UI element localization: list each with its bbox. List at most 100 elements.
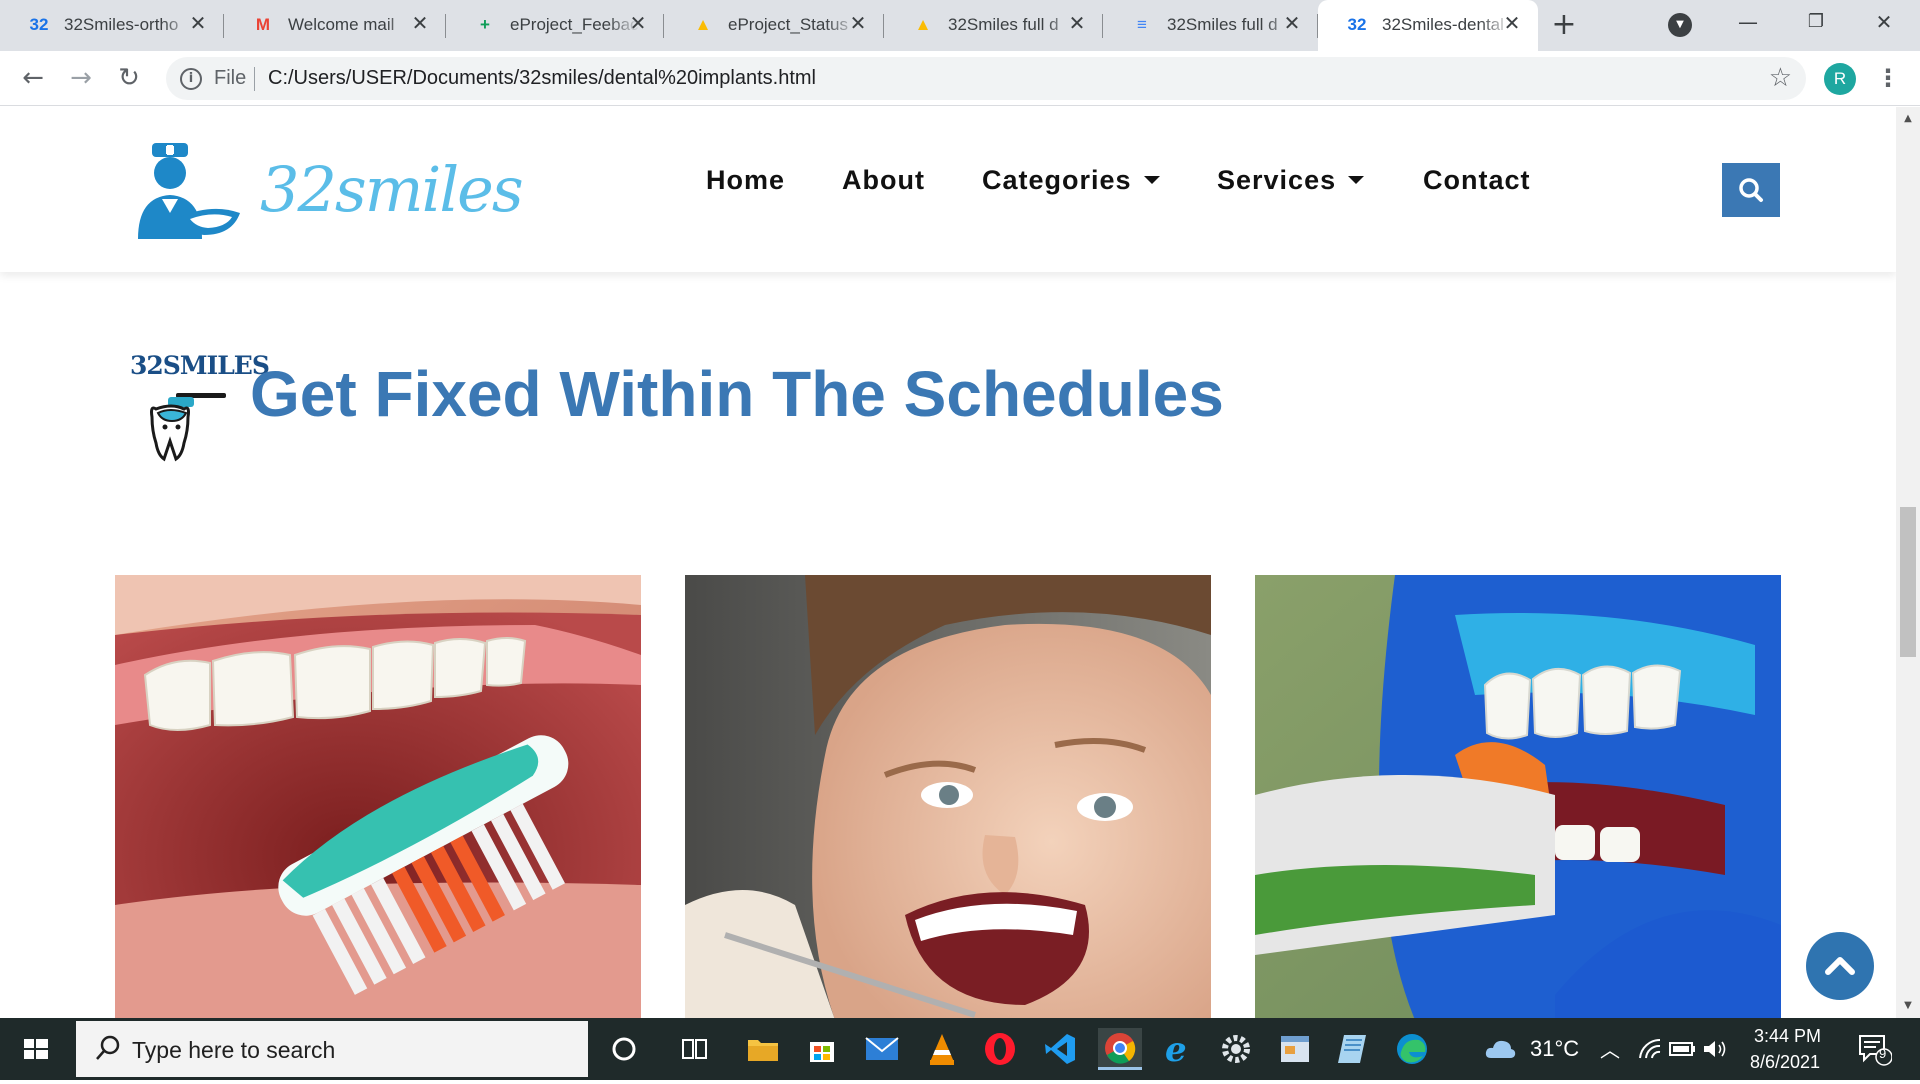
page-viewport: 32smiles Home About Categories Services … bbox=[0, 107, 1896, 1018]
url-text[interactable]: C:/Users/USER/Documents/32smiles/dental%… bbox=[268, 67, 816, 90]
nav-services-label: Services bbox=[1217, 165, 1337, 195]
bookmark-star-icon[interactable]: ☆ bbox=[1769, 63, 1792, 93]
browser-tab[interactable]: ≡ 32Smiles full d ✕ bbox=[1103, 0, 1318, 51]
task-view-icon[interactable] bbox=[674, 1028, 716, 1070]
nav-contact[interactable]: Contact bbox=[1423, 165, 1531, 196]
internet-explorer-icon[interactable]: e bbox=[1157, 1028, 1199, 1070]
tab-title: eProject_Feeback bbox=[510, 15, 640, 34]
tab-title: Welcome mail bbox=[288, 15, 395, 34]
battery-icon[interactable] bbox=[1668, 1028, 1698, 1070]
site-search-button[interactable] bbox=[1722, 163, 1780, 217]
clock-date[interactable]: 8/6/2021 bbox=[1750, 1052, 1820, 1073]
nav-services[interactable]: Services bbox=[1217, 165, 1365, 196]
notification-count: 9 bbox=[1879, 1046, 1887, 1061]
minimize-button[interactable]: — bbox=[1718, 0, 1778, 44]
reload-button[interactable]: ↻ bbox=[110, 59, 148, 97]
browser-tab[interactable]: M Welcome mail ✕ bbox=[224, 0, 446, 51]
browser-tab[interactable]: ▲ eProject_Status ✕ bbox=[664, 0, 884, 51]
site-header: 32smiles Home About Categories Services … bbox=[0, 107, 1896, 272]
tab-favicon-icon: + bbox=[480, 15, 490, 34]
clock-time[interactable]: 3:44 PM bbox=[1754, 1026, 1821, 1047]
new-tab-button[interactable]: + bbox=[1546, 8, 1582, 44]
vlc-icon[interactable] bbox=[921, 1028, 963, 1070]
tab-favicon-icon: 32 bbox=[29, 15, 49, 34]
scroll-down-arrow-icon[interactable]: ▼ bbox=[1900, 998, 1916, 1014]
tab-close-icon[interactable]: ✕ bbox=[1500, 10, 1524, 38]
tab-favicon-icon: 32 bbox=[1347, 15, 1367, 34]
site-logo[interactable]: 32smiles bbox=[132, 143, 524, 245]
dentist-logo-icon bbox=[138, 143, 240, 239]
tab-title: 32Smiles-dental bbox=[1382, 15, 1504, 34]
weather-cloud-icon[interactable] bbox=[1482, 1028, 1518, 1070]
caret-down-icon bbox=[1348, 175, 1365, 184]
tooth-mascot-icon bbox=[150, 393, 226, 462]
tab-close-icon[interactable]: ✕ bbox=[626, 10, 650, 38]
card-image-toothbrush[interactable] bbox=[115, 575, 641, 1018]
card-image-whitening[interactable] bbox=[1255, 575, 1781, 1018]
info-icon[interactable]: i bbox=[180, 68, 202, 90]
dentist-girl-photo bbox=[685, 575, 1211, 1018]
tab-title: 32Smiles full d bbox=[948, 15, 1059, 34]
browser-tab[interactable]: ▲ 32Smiles full d ✕ bbox=[884, 0, 1103, 51]
address-divider bbox=[254, 67, 255, 91]
back-button[interactable]: ← bbox=[14, 59, 52, 97]
scrollbar-thumb[interactable] bbox=[1900, 507, 1916, 657]
browser-toolbar: ← → ↻ i File C:/Users/USER/Documents/32s… bbox=[0, 51, 1920, 106]
scroll-up-arrow-icon[interactable]: ▲ bbox=[1900, 111, 1916, 127]
card-image-dentist-girl[interactable] bbox=[685, 575, 1211, 1018]
settings-gear-icon[interactable] bbox=[1215, 1028, 1257, 1070]
close-window-button[interactable]: ✕ bbox=[1854, 0, 1914, 44]
tab-favicon-icon: M bbox=[255, 15, 271, 34]
tab-close-icon[interactable]: ✕ bbox=[1065, 10, 1089, 38]
section-title: Get Fixed Within The Schedules bbox=[250, 358, 1224, 430]
weather-temperature[interactable]: 31°C bbox=[1530, 1036, 1579, 1062]
volume-icon[interactable] bbox=[1700, 1028, 1730, 1070]
taskbar-search-box[interactable]: Type here to search bbox=[76, 1021, 588, 1077]
tab-close-icon[interactable]: ✕ bbox=[846, 10, 870, 38]
toothbrush-photo bbox=[115, 575, 641, 1018]
taskbar-search-placeholder: Type here to search bbox=[132, 1037, 336, 1063]
app-window-icon[interactable] bbox=[1274, 1028, 1316, 1070]
windows-taskbar: Type here to search e 31°C ︿ 3:44 PM 8/6… bbox=[0, 1018, 1920, 1080]
browser-tab[interactable]: + eProject_Feeback ✕ bbox=[446, 0, 664, 51]
edge-icon[interactable] bbox=[1391, 1028, 1433, 1070]
vscode-icon[interactable] bbox=[1039, 1028, 1081, 1070]
tab-search-icon[interactable]: ▼ bbox=[1668, 13, 1692, 37]
tab-close-icon[interactable]: ✕ bbox=[186, 10, 210, 38]
notepad-icon[interactable] bbox=[1332, 1028, 1374, 1070]
tab-strip: 32 32Smiles-ortho ✕ M Welcome mail ✕ + eProject… bbox=[0, 0, 1920, 51]
back-to-top-button[interactable] bbox=[1806, 932, 1874, 1000]
tray-chevron-up-icon[interactable]: ︿ bbox=[1600, 1034, 1620, 1063]
tab-title: eProject_Status bbox=[728, 15, 849, 34]
browser-menu-icon[interactable]: ⋮ bbox=[1876, 63, 1900, 95]
chrome-icon[interactable] bbox=[1098, 1028, 1142, 1070]
windows-logo-icon bbox=[24, 1039, 48, 1059]
tab-favicon-icon: ▲ bbox=[694, 15, 712, 34]
restore-button[interactable]: ❐ bbox=[1786, 0, 1846, 44]
browser-tab[interactable]: 32 32Smiles-dental ✕ bbox=[1318, 0, 1538, 51]
start-button[interactable] bbox=[0, 1018, 72, 1080]
tab-title: 32Smiles full d bbox=[1167, 15, 1278, 34]
profile-avatar[interactable]: R bbox=[1824, 63, 1856, 95]
opera-icon[interactable] bbox=[979, 1028, 1021, 1070]
tab-close-icon[interactable]: ✕ bbox=[408, 10, 432, 38]
microsoft-store-icon[interactable] bbox=[801, 1028, 843, 1070]
search-icon bbox=[1739, 178, 1763, 202]
cortana-icon[interactable] bbox=[603, 1028, 645, 1070]
mail-icon[interactable] bbox=[861, 1028, 903, 1070]
tab-favicon-icon: ≡ bbox=[1137, 15, 1147, 34]
nav-home[interactable]: Home bbox=[706, 165, 785, 196]
tab-close-icon[interactable]: ✕ bbox=[1280, 10, 1304, 38]
tab-favicon-icon: ▲ bbox=[914, 15, 932, 34]
forward-button[interactable]: → bbox=[62, 59, 100, 97]
wifi-icon[interactable] bbox=[1636, 1028, 1666, 1070]
notifications-icon[interactable]: 9 bbox=[1854, 1028, 1894, 1070]
page-scrollbar[interactable]: ▲ ▼ bbox=[1896, 107, 1920, 1018]
file-explorer-icon[interactable] bbox=[742, 1028, 784, 1070]
nav-about[interactable]: About bbox=[842, 165, 925, 196]
tab-title: 32Smiles-ortho bbox=[64, 15, 179, 34]
teeth-whitening-photo bbox=[1255, 575, 1781, 1018]
address-bar[interactable]: i File C:/Users/USER/Documents/32smiles/… bbox=[166, 57, 1806, 100]
nav-categories[interactable]: Categories bbox=[982, 165, 1160, 196]
browser-tab[interactable]: 32 32Smiles-ortho ✕ bbox=[0, 0, 224, 51]
